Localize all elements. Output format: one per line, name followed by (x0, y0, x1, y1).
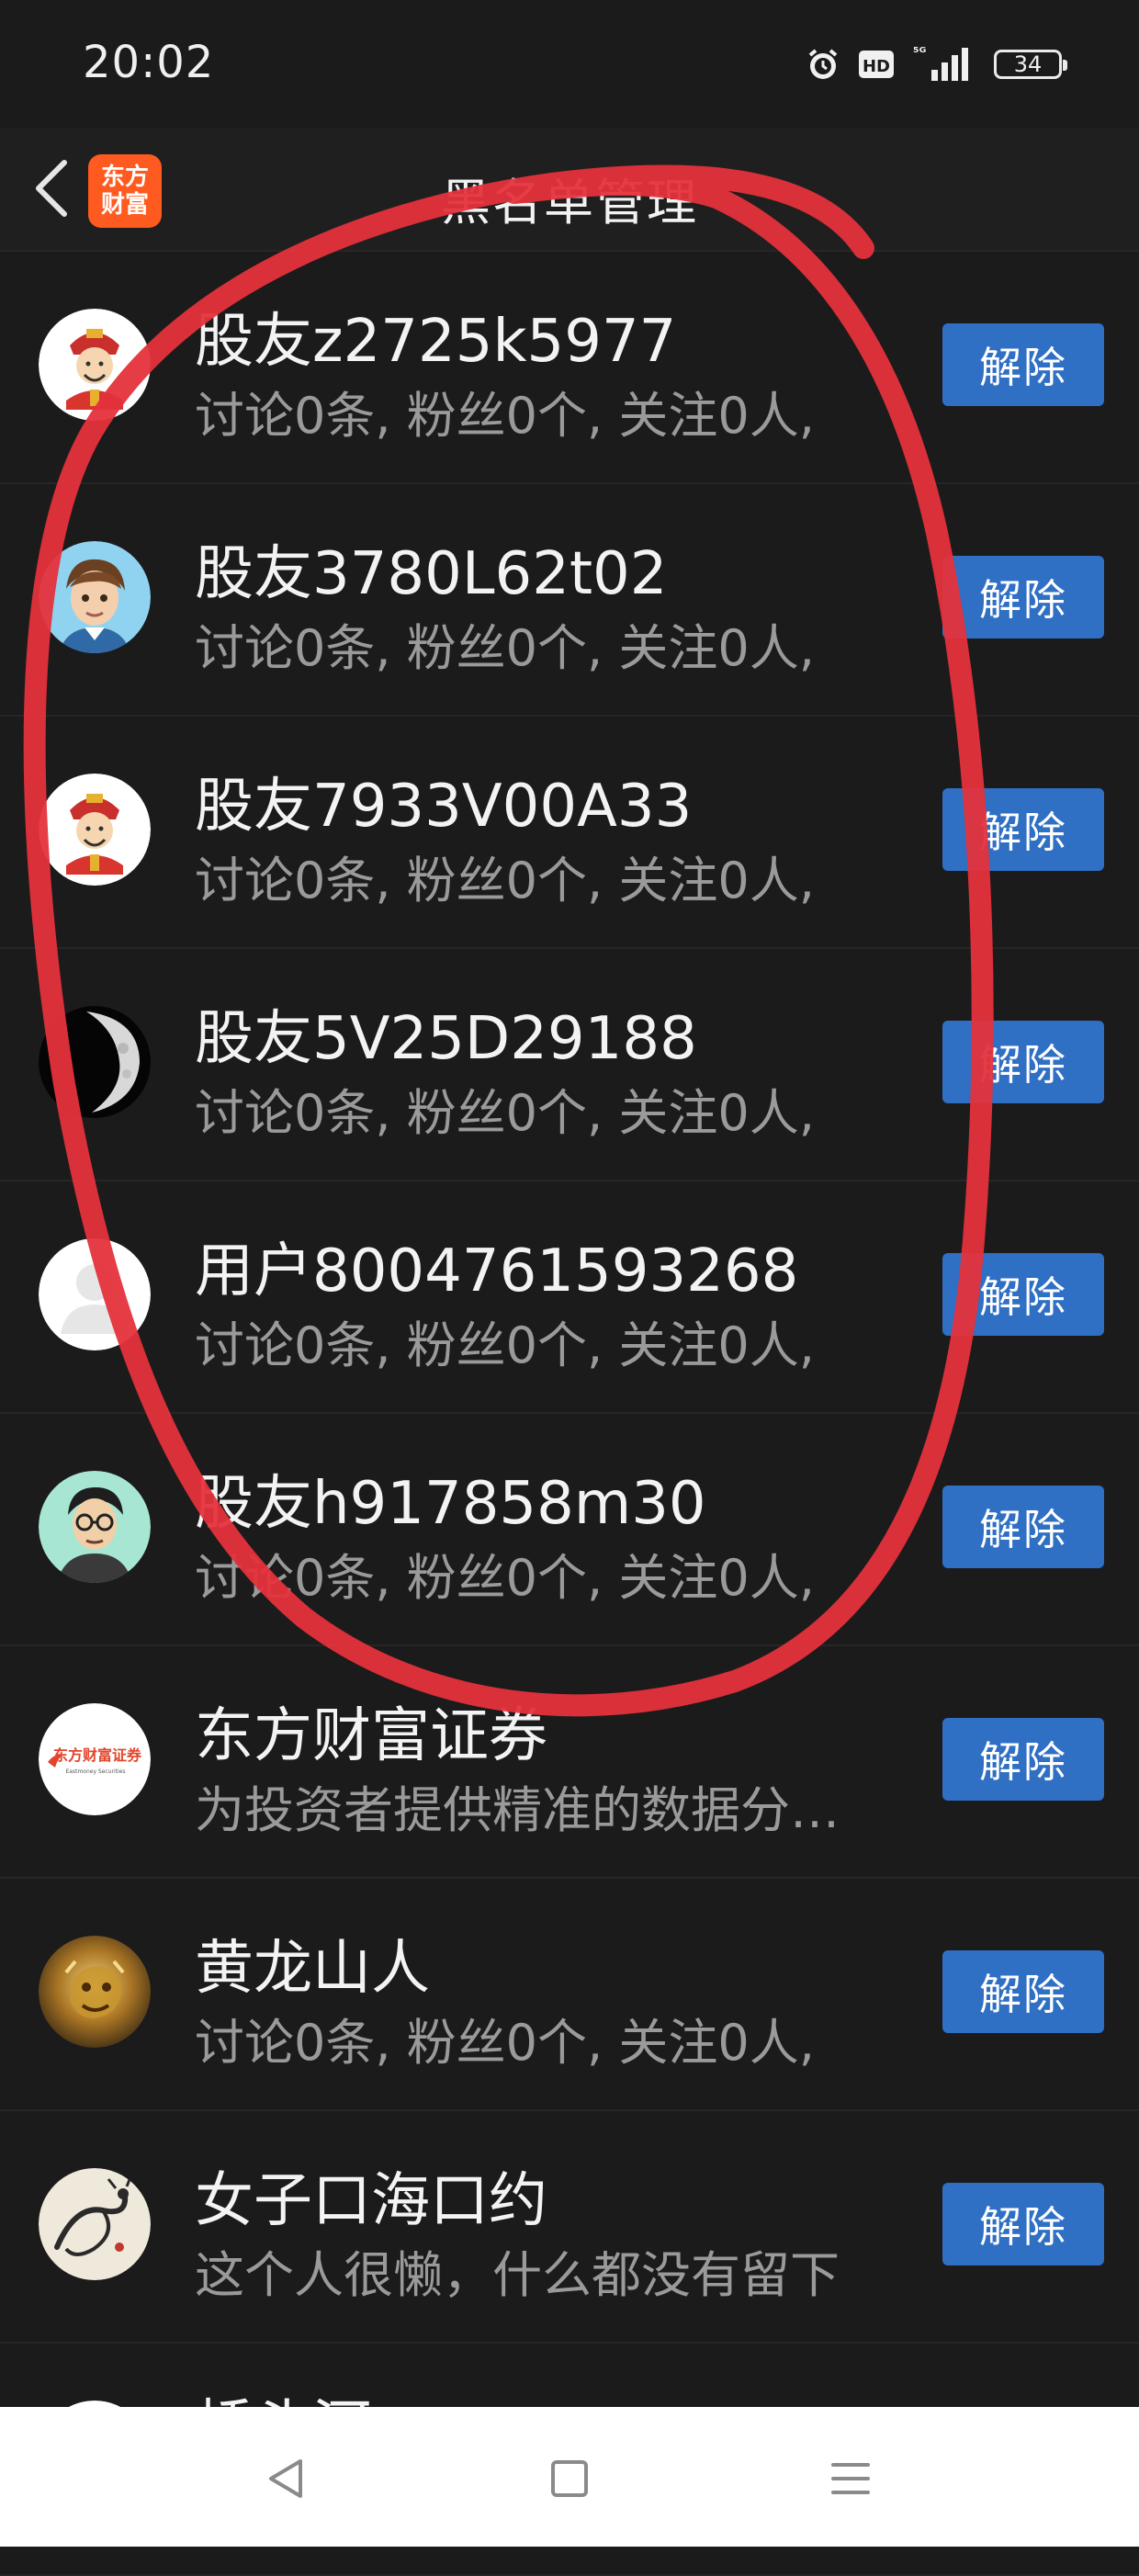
signal-icon: ⁵ᴳ (911, 44, 977, 85)
avatar[interactable] (39, 309, 151, 421)
remove-button[interactable]: 解除 (942, 788, 1104, 871)
avatar[interactable] (39, 1238, 151, 1350)
remove-button[interactable]: 解除 (942, 1486, 1104, 1568)
cartoon-man-avatar-icon (39, 1471, 151, 1583)
list-item[interactable]: 东方财富证券 Eastmoney Securities 东方财富证券 为投资者提… (0, 1646, 1139, 1879)
status-bar: 20:02 HD ⁵ᴳ 34 (0, 0, 1139, 129)
default-avatar-icon (39, 1238, 151, 1350)
user-name: 股友5V25D29188 (195, 1005, 697, 1073)
user-desc: 讨论0条, 粉丝0个, 关注0人, (195, 619, 815, 677)
caishen-avatar-icon (39, 774, 151, 886)
list-item[interactable]: 黄龙山人 讨论0条, 粉丝0个, 关注0人, 解除 (0, 1879, 1139, 2111)
list-item[interactable]: 用户8004761593268 讨论0条, 粉丝0个, 关注0人, 解除 (0, 1181, 1139, 1414)
user-name: 用户8004761593268 (195, 1237, 799, 1305)
avatar[interactable] (39, 2168, 151, 2280)
moon-avatar-icon (39, 1006, 151, 1118)
avatar[interactable] (39, 1936, 151, 2048)
avatar[interactable] (39, 1471, 151, 1583)
user-desc: 讨论0条, 粉丝0个, 关注0人, (195, 852, 815, 910)
alarm-icon (805, 46, 841, 83)
battery-icon: 34 (994, 50, 1067, 79)
golden-dragon-avatar-icon (39, 1936, 151, 2048)
user-name: 股友7933V00A33 (195, 773, 693, 841)
user-desc: 讨论0条, 粉丝0个, 关注0人, (195, 387, 815, 445)
remove-button[interactable]: 解除 (942, 1021, 1104, 1103)
hd-icon: HD (858, 49, 895, 80)
eastmoney-securities-avatar-icon: 东方财富证券 Eastmoney Securities (39, 1703, 151, 1815)
header: 东方 财富 黑名单管理 (0, 129, 1139, 252)
list-item[interactable]: 股友h917858m30 讨论0条, 粉丝0个, 关注0人, 解除 (0, 1414, 1139, 1646)
user-desc: 讨论0条, 粉丝0个, 关注0人, (195, 1316, 815, 1374)
list-item[interactable]: 女子口海口约 这个人很懒，什么都没有留下 解除 (0, 2111, 1139, 2344)
avatar[interactable] (39, 774, 151, 886)
remove-button[interactable]: 解除 (942, 323, 1104, 406)
list-item[interactable]: 股友5V25D29188 讨论0条, 粉丝0个, 关注0人, 解除 (0, 949, 1139, 1181)
menu-lines-icon[interactable] (823, 2451, 878, 2506)
user-desc: 为投资者提供精准的数据分… (195, 1781, 840, 1839)
list-item[interactable]: 股友z2725k5977 讨论0条, 粉丝0个, 关注0人, 解除 (0, 252, 1139, 484)
user-name: 股友3780L62t02 (195, 540, 668, 608)
status-time: 20:02 (83, 37, 215, 88)
list-item[interactable]: 股友7933V00A33 讨论0条, 粉丝0个, 关注0人, 解除 (0, 717, 1139, 949)
list-item[interactable]: 股友3780L62t02 讨论0条, 粉丝0个, 关注0人, 解除 (0, 484, 1139, 717)
avatar[interactable]: 东方财富证券 Eastmoney Securities (39, 1703, 151, 1815)
user-name: 东方财富证券 (195, 1702, 547, 1770)
back-triangle-icon[interactable] (259, 2451, 314, 2506)
user-desc: 讨论0条, 粉丝0个, 关注0人, (195, 1084, 815, 1142)
remove-button[interactable]: 解除 (942, 556, 1104, 638)
avatar-brand-text: 东方财富证券 (53, 1746, 142, 1764)
user-name: 股友h917858m30 (195, 1470, 706, 1538)
user-name: 女子口海口约 (195, 2167, 547, 2235)
home-square-icon[interactable] (542, 2451, 597, 2506)
user-desc: 讨论0条, 粉丝0个, 关注0人, (195, 1549, 815, 1607)
network-label: ⁵ᴳ (913, 44, 927, 61)
status-icons: HD ⁵ᴳ 34 (805, 44, 1067, 85)
navigation-bar (0, 2407, 1139, 2547)
remove-button[interactable]: 解除 (942, 1253, 1104, 1336)
svg-text:HD: HD (863, 57, 890, 76)
ink-dragon-avatar-icon (39, 2168, 151, 2280)
remove-button[interactable]: 解除 (942, 1718, 1104, 1801)
user-name: 股友z2725k5977 (195, 308, 677, 376)
page-title: 黑名单管理 (441, 174, 698, 232)
remove-button[interactable]: 解除 (942, 1950, 1104, 2033)
user-desc: 这个人很懒，什么都没有留下 (195, 2246, 840, 2304)
anime-boy-avatar-icon (39, 541, 151, 653)
battery-level: 34 (1013, 51, 1043, 77)
avatar[interactable] (39, 541, 151, 653)
blacklist: 股友z2725k5977 讨论0条, 粉丝0个, 关注0人, 解除 股友3780… (0, 252, 1139, 2576)
avatar[interactable] (39, 1006, 151, 1118)
user-desc: 讨论0条, 粉丝0个, 关注0人, (195, 2014, 815, 2072)
caishen-avatar-icon (39, 309, 151, 421)
remove-button[interactable]: 解除 (942, 2183, 1104, 2265)
user-name: 黄龙山人 (195, 1935, 430, 2003)
avatar-brand-subtext: Eastmoney Securities (66, 1768, 126, 1775)
